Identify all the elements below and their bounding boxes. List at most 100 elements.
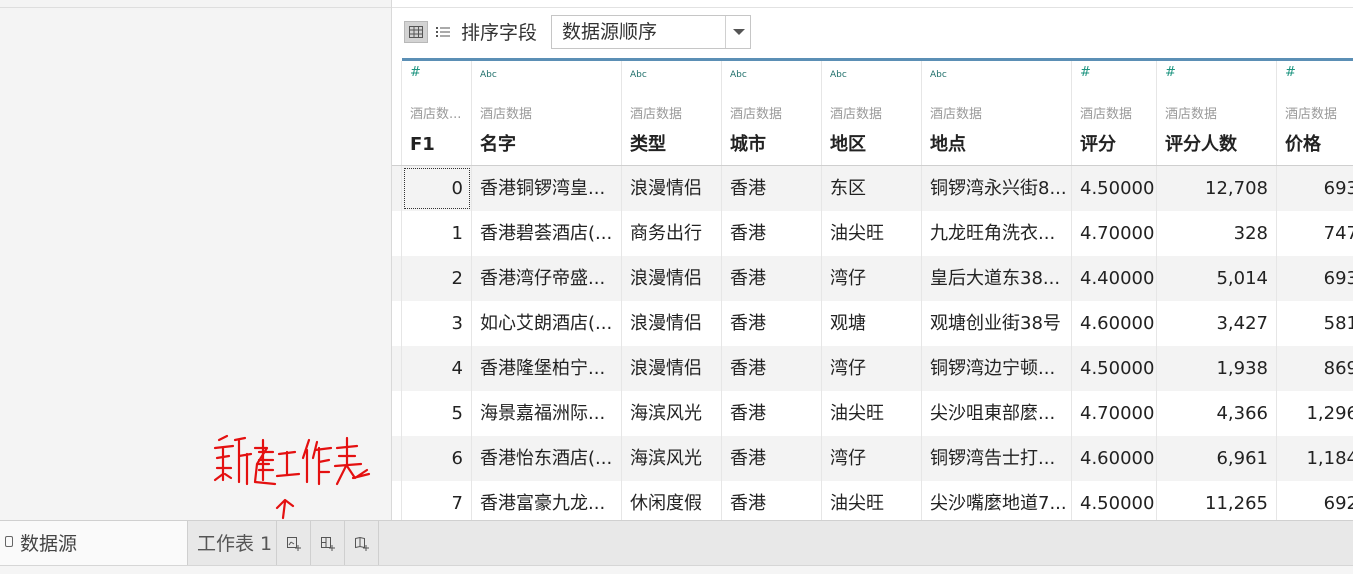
table-cell[interactable]: 香港碧荟酒店(...: [472, 211, 622, 256]
table-cell[interactable]: 尖沙嘴麼地道7...: [922, 481, 1072, 520]
table-cell[interactable]: 海景嘉福洲际...: [472, 391, 622, 436]
table-cell[interactable]: 铜锣湾永兴街8...: [922, 166, 1072, 211]
table-cell[interactable]: 湾仔: [822, 256, 922, 301]
table-cell[interactable]: 747: [1277, 211, 1353, 256]
table-cell[interactable]: 6: [402, 436, 472, 481]
table-cell[interactable]: 693: [1277, 256, 1353, 301]
column-header[interactable]: # 酒店数据 评分: [1072, 61, 1157, 165]
tab-sheet1[interactable]: 工作表 1: [188, 521, 277, 566]
table-cell[interactable]: 869: [1277, 346, 1353, 391]
table-cell[interactable]: 4,366: [1157, 391, 1277, 436]
number-type-icon[interactable]: #: [410, 66, 421, 79]
table-cell[interactable]: 11,265: [1157, 481, 1277, 520]
table-cell[interactable]: 观塘: [822, 301, 922, 346]
number-type-icon[interactable]: #: [1080, 66, 1091, 79]
table-cell[interactable]: 1,296: [1277, 391, 1353, 436]
table-cell[interactable]: 海滨风光: [622, 436, 722, 481]
string-type-icon[interactable]: Abc: [930, 69, 947, 81]
table-cell[interactable]: 香港: [722, 346, 822, 391]
table-cell[interactable]: 九龙旺角洗衣...: [922, 211, 1072, 256]
column-header[interactable]: Abc 酒店数据 名字: [472, 61, 622, 165]
column-header[interactable]: # 酒店数据 价格: [1277, 61, 1353, 165]
table-cell[interactable]: 香港: [722, 301, 822, 346]
table-cell[interactable]: 693: [1277, 166, 1353, 211]
table-cell[interactable]: 海滨风光: [622, 391, 722, 436]
table-cell[interactable]: 328: [1157, 211, 1277, 256]
column-name[interactable]: F1: [410, 133, 435, 157]
table-cell[interactable]: 浪漫情侣: [622, 301, 722, 346]
table-cell[interactable]: 香港富豪九龙...: [472, 481, 622, 520]
new-story-button[interactable]: [345, 521, 379, 566]
table-cell[interactable]: 4.70000: [1072, 391, 1157, 436]
table-cell[interactable]: 尖沙咀東部麼...: [922, 391, 1072, 436]
table-cell[interactable]: 商务出行: [622, 211, 722, 256]
table-cell[interactable]: 香港怡东酒店(...: [472, 436, 622, 481]
column-header[interactable]: Abc 酒店数据 类型: [622, 61, 722, 165]
table-cell[interactable]: 油尖旺: [822, 211, 922, 256]
table-cell[interactable]: 1,938: [1157, 346, 1277, 391]
column-name[interactable]: 评分人数: [1165, 133, 1237, 157]
string-type-icon[interactable]: Abc: [480, 69, 497, 81]
table-cell[interactable]: 油尖旺: [822, 481, 922, 520]
table-cell[interactable]: 香港: [722, 256, 822, 301]
table-cell[interactable]: 浪漫情侣: [622, 166, 722, 211]
table-cell[interactable]: 观塘创业街38号: [922, 301, 1072, 346]
column-name[interactable]: 城市: [730, 133, 766, 157]
table-cell[interactable]: 4.40000: [1072, 256, 1157, 301]
table-cell[interactable]: 香港铜锣湾皇...: [472, 166, 622, 211]
sort-field-select[interactable]: 数据源顺序: [551, 15, 751, 49]
table-cell[interactable]: 0: [402, 166, 472, 211]
table-cell[interactable]: 休闲度假: [622, 481, 722, 520]
table-row[interactable]: 1 香港碧荟酒店(... 商务出行 香港 油尖旺 九龙旺角洗衣... 4.70000 328 7…: [392, 211, 1353, 256]
table-cell[interactable]: 东区: [822, 166, 922, 211]
column-name[interactable]: 地点: [930, 133, 966, 157]
table-cell[interactable]: 4.50000: [1072, 166, 1157, 211]
table-row[interactable]: 4 香港隆堡柏宁... 浪漫情侣 香港 湾仔 铜锣湾边宁顿... 4.50000 1,938 8…: [392, 346, 1353, 391]
new-worksheet-button[interactable]: [277, 521, 311, 566]
table-cell[interactable]: 香港: [722, 481, 822, 520]
table-cell[interactable]: 4: [402, 346, 472, 391]
column-header[interactable]: # 酒店数据 评分人数: [1157, 61, 1277, 165]
table-cell[interactable]: 1,184: [1277, 436, 1353, 481]
string-type-icon[interactable]: Abc: [630, 69, 647, 81]
table-cell[interactable]: 4.60000: [1072, 301, 1157, 346]
table-cell[interactable]: 湾仔: [822, 436, 922, 481]
column-name[interactable]: 评分: [1080, 133, 1116, 157]
grid-view-button[interactable]: [404, 21, 428, 43]
table-cell[interactable]: 香港: [722, 211, 822, 256]
column-header[interactable]: Abc 酒店数据 地点: [922, 61, 1072, 165]
table-cell[interactable]: 12,708: [1157, 166, 1277, 211]
table-cell[interactable]: 2: [402, 256, 472, 301]
number-type-icon[interactable]: #: [1165, 66, 1176, 79]
table-cell[interactable]: 皇后大道东38...: [922, 256, 1072, 301]
column-header[interactable]: Abc 酒店数据 城市: [722, 61, 822, 165]
table-cell[interactable]: 3: [402, 301, 472, 346]
new-dashboard-button[interactable]: [311, 521, 345, 566]
table-cell[interactable]: 5: [402, 391, 472, 436]
column-name[interactable]: 名字: [480, 133, 516, 157]
table-row[interactable]: 0 香港铜锣湾皇... 浪漫情侣 香港 东区 铜锣湾永兴街8... 4.50000 12,70…: [392, 166, 1353, 211]
table-row[interactable]: 6 香港怡东酒店(... 海滨风光 香港 湾仔 铜锣湾告士打... 4.60000 6,961…: [392, 436, 1353, 481]
table-cell[interactable]: 692: [1277, 481, 1353, 520]
table-cell[interactable]: 581: [1277, 301, 1353, 346]
table-row[interactable]: 2 香港湾仔帝盛... 浪漫情侣 香港 湾仔 皇后大道东38... 4.40000 5,014…: [392, 256, 1353, 301]
table-cell[interactable]: 7: [402, 481, 472, 520]
table-cell[interactable]: 铜锣湾告士打...: [922, 436, 1072, 481]
table-row[interactable]: 5 海景嘉福洲际... 海滨风光 香港 油尖旺 尖沙咀東部麼... 4.70000 4,366…: [392, 391, 1353, 436]
table-cell[interactable]: 4.50000: [1072, 481, 1157, 520]
table-cell[interactable]: 4.50000: [1072, 346, 1157, 391]
column-name[interactable]: 价格: [1285, 133, 1321, 157]
table-cell[interactable]: 香港: [722, 391, 822, 436]
list-view-button[interactable]: [431, 21, 455, 43]
tab-datasource[interactable]: 数据源: [0, 521, 188, 566]
column-name[interactable]: 地区: [830, 133, 866, 157]
table-cell[interactable]: 香港湾仔帝盛...: [472, 256, 622, 301]
table-cell[interactable]: 6,961: [1157, 436, 1277, 481]
column-header[interactable]: Abc 酒店数据 地区: [822, 61, 922, 165]
string-type-icon[interactable]: Abc: [730, 69, 747, 81]
number-type-icon[interactable]: #: [1285, 66, 1296, 79]
table-row[interactable]: 3 如心艾朗酒店(... 浪漫情侣 香港 观塘 观塘创业街38号 4.60000 3,427 5…: [392, 301, 1353, 346]
table-cell[interactable]: 湾仔: [822, 346, 922, 391]
table-cell[interactable]: 如心艾朗酒店(...: [472, 301, 622, 346]
table-cell[interactable]: 油尖旺: [822, 391, 922, 436]
